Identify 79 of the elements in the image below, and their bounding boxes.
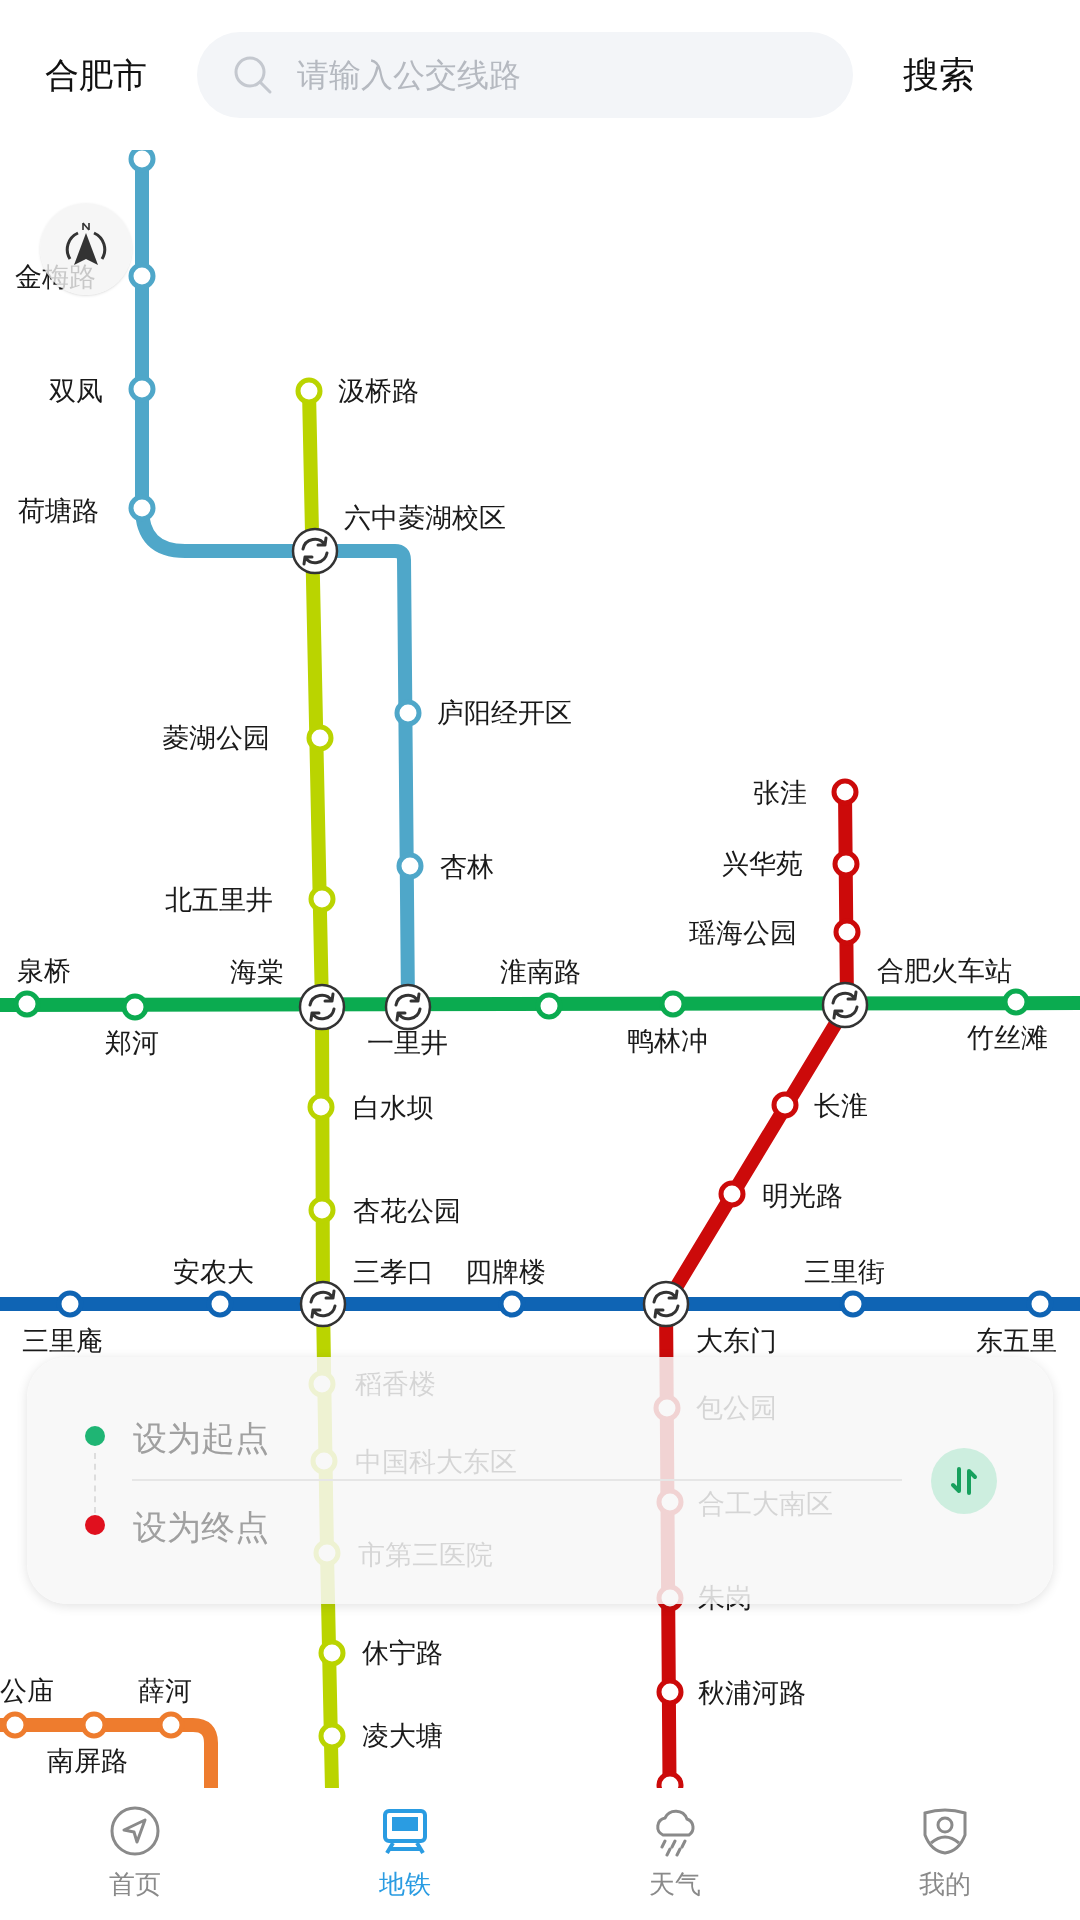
station-marker[interactable] bbox=[535, 992, 563, 1020]
station-label[interactable]: 双凤 bbox=[49, 376, 103, 406]
station-marker[interactable] bbox=[128, 150, 156, 173]
station-marker[interactable] bbox=[128, 262, 156, 290]
station-label[interactable]: 鸭林冲 bbox=[627, 1026, 708, 1056]
interchange-icon bbox=[298, 983, 346, 1031]
station-marker[interactable] bbox=[80, 1711, 108, 1739]
station-marker[interactable] bbox=[56, 1290, 84, 1318]
interchange-icon bbox=[291, 527, 339, 575]
station-label[interactable]: 杏林 bbox=[440, 852, 494, 882]
station-label[interactable]: 瑶海公园 bbox=[689, 918, 797, 948]
search-field[interactable]: 请输入公交线路 bbox=[197, 32, 853, 118]
station-marker[interactable] bbox=[128, 375, 156, 403]
station-marker[interactable] bbox=[318, 1722, 346, 1750]
station-marker[interactable] bbox=[1026, 1290, 1054, 1318]
station-marker[interactable] bbox=[659, 990, 687, 1018]
station-label[interactable]: 汲桥路 bbox=[338, 376, 419, 406]
station-label[interactable]: 安农大 bbox=[173, 1257, 254, 1287]
station-label[interactable]: 公庙 bbox=[0, 1676, 54, 1706]
station-marker[interactable] bbox=[771, 1091, 799, 1119]
station-marker[interactable] bbox=[308, 885, 336, 913]
station-label[interactable]: 竹丝滩 bbox=[967, 1023, 1048, 1053]
interchange-icon bbox=[384, 983, 432, 1031]
station-label[interactable]: 杏花公园 bbox=[353, 1196, 461, 1226]
station-label[interactable]: 休宁路 bbox=[362, 1638, 443, 1668]
station-marker[interactable] bbox=[833, 918, 861, 946]
station-marker[interactable] bbox=[839, 1290, 867, 1318]
station-label[interactable]: 合肥火车站 bbox=[877, 956, 1012, 986]
station-marker[interactable] bbox=[157, 1711, 185, 1739]
station-label[interactable]: 荷塘路 bbox=[18, 496, 99, 526]
station-label[interactable]: 兴华苑 bbox=[722, 849, 803, 879]
station-label[interactable]: 凌大塘 bbox=[362, 1721, 443, 1751]
station-marker[interactable] bbox=[831, 778, 859, 806]
swap-arrows-icon bbox=[948, 1465, 980, 1497]
station-label[interactable]: 秋浦河路 bbox=[698, 1678, 806, 1708]
search-button[interactable]: 搜索 bbox=[903, 48, 975, 102]
interchange-icon bbox=[642, 1280, 690, 1328]
station-label[interactable]: 郑河 bbox=[105, 1028, 159, 1058]
station-label[interactable]: 薛河 bbox=[138, 1676, 192, 1706]
station-marker[interactable] bbox=[318, 1639, 346, 1667]
station-label[interactable]: 六中菱湖校区 bbox=[344, 503, 506, 533]
station-marker[interactable] bbox=[128, 494, 156, 522]
station-marker[interactable] bbox=[656, 1771, 684, 1788]
station-marker[interactable] bbox=[396, 852, 424, 880]
station-label[interactable]: 南屏路 bbox=[47, 1746, 128, 1776]
station-label[interactable]: 长淮 bbox=[814, 1091, 868, 1121]
station-marker[interactable] bbox=[656, 1678, 684, 1706]
station-marker[interactable] bbox=[121, 993, 149, 1021]
station-label[interactable]: 明光路 bbox=[762, 1181, 843, 1211]
station-label[interactable]: 四牌楼 bbox=[465, 1257, 546, 1287]
interchange-icon bbox=[299, 1280, 347, 1328]
station-marker[interactable] bbox=[1, 1711, 29, 1739]
station-marker[interactable] bbox=[295, 377, 323, 405]
station-label[interactable]: 三里庵 bbox=[22, 1326, 103, 1356]
station-label[interactable]: 庐阳经开区 bbox=[437, 698, 572, 728]
interchange-icon bbox=[821, 981, 869, 1029]
station-label[interactable]: 菱湖公园 bbox=[162, 723, 270, 753]
station-marker[interactable] bbox=[13, 990, 41, 1018]
station-marker[interactable] bbox=[832, 850, 860, 878]
station-marker[interactable] bbox=[307, 1093, 335, 1121]
station-label[interactable]: 白水坝 bbox=[353, 1093, 434, 1123]
station-marker[interactable] bbox=[306, 724, 334, 752]
station-label[interactable]: 一里井 bbox=[367, 1028, 448, 1058]
station-label[interactable]: 淮南路 bbox=[500, 957, 581, 987]
station-label[interactable]: 东五里 bbox=[976, 1326, 1057, 1356]
station-label[interactable]: 北五里井 bbox=[165, 885, 273, 915]
station-label[interactable]: 三孝口 bbox=[353, 1257, 434, 1287]
city-selector[interactable]: 合肥市 bbox=[45, 49, 147, 101]
station-marker[interactable] bbox=[206, 1290, 234, 1318]
station-label[interactable]: 大东门 bbox=[696, 1326, 777, 1356]
station-marker[interactable] bbox=[308, 1196, 336, 1224]
station-label[interactable]: 张洼 bbox=[753, 778, 807, 808]
station-marker[interactable] bbox=[498, 1290, 526, 1318]
station-label[interactable]: 三里街 bbox=[804, 1257, 885, 1287]
station-label[interactable]: 海棠 bbox=[230, 957, 284, 987]
station-marker[interactable] bbox=[718, 1180, 746, 1208]
station-marker[interactable] bbox=[394, 699, 422, 727]
station-marker[interactable] bbox=[1002, 988, 1030, 1016]
station-label[interactable]: 泉桥 bbox=[17, 956, 71, 986]
